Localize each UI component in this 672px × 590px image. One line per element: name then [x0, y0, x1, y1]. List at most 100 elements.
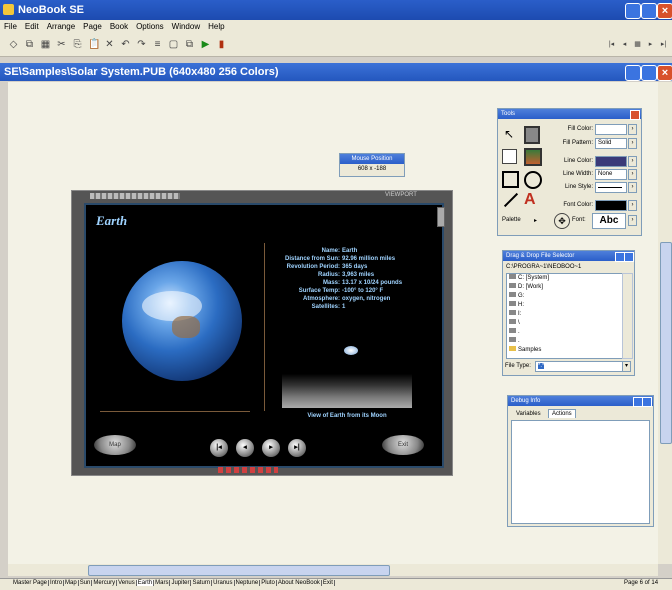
- tab-actions[interactable]: Actions: [548, 409, 576, 418]
- menu-item-edit[interactable]: Edit: [21, 20, 43, 34]
- palette-label[interactable]: Palette: [502, 217, 521, 223]
- tools-close-icon[interactable]: [630, 110, 640, 120]
- ellipse-tool-icon[interactable]: [524, 171, 542, 189]
- font-dropdown[interactable]: ›: [628, 215, 637, 226]
- page-tab[interactable]: Uranus: [212, 580, 235, 586]
- file-list[interactable]: C: [System] D: [Work] G: H: I: \.. Samples: [506, 273, 623, 359]
- file-selector-close-icon[interactable]: [624, 252, 634, 262]
- page-tab[interactable]: Map: [64, 580, 79, 586]
- menu-item-arrange[interactable]: Arrange: [43, 20, 79, 34]
- page-tab[interactable]: Pluto: [260, 580, 277, 586]
- copy-icon[interactable]: ⎘: [72, 39, 83, 50]
- fill-color-dropdown[interactable]: ›: [628, 124, 637, 135]
- file-list-item[interactable]: \: [507, 319, 622, 328]
- file-list-scrollbar[interactable]: [622, 273, 633, 359]
- pointer-tool-icon[interactable]: ↖: [504, 127, 514, 141]
- menu-item-book[interactable]: Book: [106, 20, 132, 34]
- map-button[interactable]: Map: [94, 435, 136, 455]
- page-tab[interactable]: About NeoBook: [276, 580, 322, 586]
- file-list-item[interactable]: Samples: [507, 346, 622, 355]
- last-page-icon[interactable]: ▸|: [658, 39, 669, 50]
- menu-item-window[interactable]: Window: [168, 20, 204, 34]
- font-selector-icon[interactable]: ✥: [554, 213, 570, 229]
- menu-item-file[interactable]: File: [0, 20, 21, 34]
- menu-item-help[interactable]: Help: [204, 20, 228, 34]
- delete-icon[interactable]: ✕: [104, 39, 115, 50]
- font-color-dropdown[interactable]: ›: [628, 200, 637, 211]
- select-icon[interactable]: ◇: [8, 39, 19, 50]
- prev-page-icon[interactable]: ◂: [619, 39, 630, 50]
- line-width-dropdown[interactable]: ›: [628, 169, 637, 180]
- palette-arrow-icon[interactable]: ▸: [534, 217, 537, 224]
- line-style-dropdown[interactable]: ›: [628, 182, 637, 193]
- font-color-swatch[interactable]: [595, 200, 627, 211]
- undo-icon[interactable]: ↶: [120, 39, 131, 50]
- page-tab[interactable]: Exit: [321, 580, 335, 586]
- last-page-button[interactable]: ▸|: [288, 439, 306, 457]
- doc-close-button[interactable]: ×: [657, 65, 672, 81]
- font-sample[interactable]: Abc: [592, 213, 626, 229]
- file-type-dropdown[interactable]: ▾: [622, 361, 631, 372]
- file-list-item[interactable]: C: [System]: [507, 274, 622, 283]
- page-tab[interactable]: Mars: [154, 580, 171, 586]
- bring-front-icon[interactable]: ⧉: [24, 39, 35, 50]
- picture-tool-icon[interactable]: [524, 148, 542, 166]
- fill-pattern-dropdown[interactable]: ›: [628, 138, 637, 149]
- page-tab[interactable]: Sun: [78, 580, 93, 586]
- file-list-item[interactable]: H:: [507, 301, 622, 310]
- file-list-item[interactable]: D: [Work]: [507, 283, 622, 292]
- page-tab[interactable]: Mercury: [92, 580, 118, 586]
- doc-minimize-button[interactable]: [625, 65, 641, 81]
- page-tab[interactable]: Intro: [49, 580, 65, 586]
- line-style-value[interactable]: [595, 182, 627, 193]
- scissors-icon[interactable]: ✂: [56, 39, 67, 50]
- next-page-button[interactable]: ▸: [262, 439, 280, 457]
- page-tab[interactable]: Master Page: [12, 580, 50, 586]
- next-page-icon[interactable]: ▸: [645, 39, 656, 50]
- menu-item-options[interactable]: Options: [132, 20, 168, 34]
- line-color-swatch[interactable]: [595, 156, 627, 167]
- fill-pattern-value[interactable]: Solid: [595, 138, 627, 149]
- page-tab[interactable]: Venus: [117, 580, 137, 586]
- page-tab[interactable]: Saturn: [191, 580, 213, 586]
- page-tab[interactable]: Jupiter: [170, 580, 192, 586]
- line-tool-icon[interactable]: [503, 192, 519, 208]
- file-list-item[interactable]: I:: [507, 310, 622, 319]
- fill-color-swatch[interactable]: [595, 124, 627, 135]
- page-tab[interactable]: Neptune: [234, 580, 261, 586]
- line-color-dropdown[interactable]: ›: [628, 156, 637, 167]
- file-type-select[interactable]: *.*: [535, 361, 623, 372]
- frame-tool-icon[interactable]: [524, 126, 540, 144]
- page-list-icon[interactable]: ▦: [632, 39, 643, 50]
- vertical-scrollbar[interactable]: [658, 82, 672, 564]
- play-icon[interactable]: ▶: [200, 39, 211, 50]
- new-page-icon[interactable]: ▢: [168, 39, 179, 50]
- redo-icon[interactable]: ↷: [136, 39, 147, 50]
- file-list-item[interactable]: .: [507, 337, 622, 346]
- tab-variables[interactable]: Variables: [514, 411, 543, 417]
- exit-button[interactable]: Exit: [382, 435, 424, 455]
- rectangle-tool-icon[interactable]: [502, 171, 519, 188]
- menu-item-page[interactable]: Page: [79, 20, 106, 34]
- horizontal-scrollbar[interactable]: [8, 564, 658, 576]
- close-button[interactable]: ×: [657, 3, 672, 19]
- prev-page-button[interactable]: ◂: [236, 439, 254, 457]
- page-tab[interactable]: Earth: [136, 580, 155, 586]
- file-list-item[interactable]: G:: [507, 292, 622, 301]
- maximize-button[interactable]: [641, 3, 657, 19]
- minimize-button[interactable]: [625, 3, 641, 19]
- horizontal-scroll-thumb[interactable]: [88, 565, 390, 576]
- text-tool-icon[interactable]: A: [524, 191, 536, 209]
- doc-maximize-button[interactable]: [641, 65, 657, 81]
- duplicate-page-icon[interactable]: ⧉: [184, 39, 195, 50]
- group-icon[interactable]: ▦: [40, 39, 51, 50]
- align-icon[interactable]: ≡: [152, 39, 163, 50]
- exit-icon[interactable]: ▮: [216, 39, 227, 50]
- paste-icon[interactable]: 📋: [88, 39, 100, 50]
- line-width-value[interactable]: None: [595, 169, 627, 180]
- file-list-item[interactable]: .: [507, 328, 622, 337]
- text-box-tool-icon[interactable]: [502, 149, 517, 164]
- first-page-button[interactable]: |◂: [210, 439, 228, 457]
- debug-close-icon[interactable]: [642, 397, 652, 407]
- vertical-scroll-thumb[interactable]: [660, 242, 672, 444]
